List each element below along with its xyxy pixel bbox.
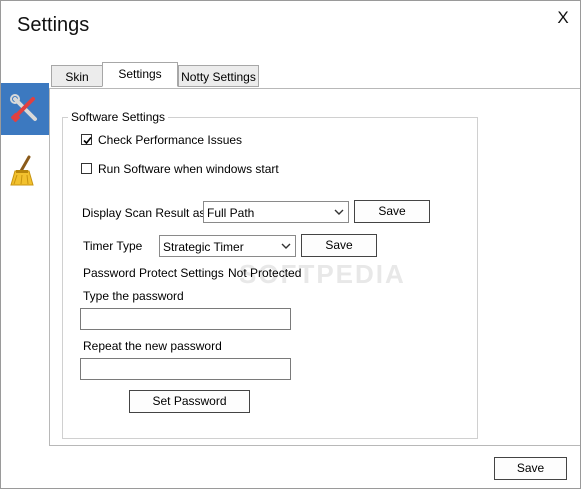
chevron-down-icon	[334, 209, 344, 215]
display-scan-label: Display Scan Result as	[82, 206, 206, 220]
broom-icon	[10, 155, 34, 186]
close-button[interactable]: X	[554, 8, 572, 28]
tab-skin[interactable]: Skin	[51, 65, 103, 87]
set-password-button[interactable]: Set Password	[129, 390, 250, 413]
footer-save-button[interactable]: Save	[494, 457, 567, 480]
software-settings-title: Software Settings	[68, 110, 169, 124]
tab-notty-settings[interactable]: Notty Settings	[178, 65, 259, 87]
chevron-down-icon	[281, 243, 291, 249]
timer-type-label: Timer Type	[83, 239, 143, 253]
rail-item-cleaner[interactable]	[1, 145, 49, 197]
repeat-password-input[interactable]	[80, 358, 291, 380]
password-protect-status: Not Protected	[228, 266, 302, 280]
rail-item-tools[interactable]	[1, 83, 49, 135]
tools-icon	[10, 94, 37, 123]
timer-type-value: Strategic Timer	[163, 240, 244, 254]
timer-type-select[interactable]: Strategic Timer	[159, 235, 296, 257]
run-on-start-checkbox[interactable]	[81, 163, 92, 174]
repeat-password-label: Repeat the new password	[83, 339, 222, 353]
type-password-label: Type the password	[83, 289, 184, 303]
password-protect-label: Password Protect Settings	[83, 266, 224, 280]
tab-settings[interactable]: Settings	[102, 62, 178, 87]
display-scan-value: Full Path	[207, 206, 255, 220]
window-title: Settings	[17, 14, 90, 36]
display-scan-save-button[interactable]: Save	[354, 200, 430, 223]
type-password-input[interactable]	[80, 308, 291, 330]
run-on-start-label: Run Software when windows start	[98, 162, 279, 176]
check-performance-checkbox[interactable]	[81, 134, 92, 145]
left-rail	[1, 83, 49, 488]
check-performance-label: Check Performance Issues	[98, 133, 243, 147]
display-scan-select[interactable]: Full Path	[203, 201, 349, 223]
checkmark-icon	[83, 136, 92, 145]
settings-window: Settings X Skin Settings Notty Settings …	[0, 0, 581, 489]
timer-type-save-button[interactable]: Save	[301, 234, 377, 257]
